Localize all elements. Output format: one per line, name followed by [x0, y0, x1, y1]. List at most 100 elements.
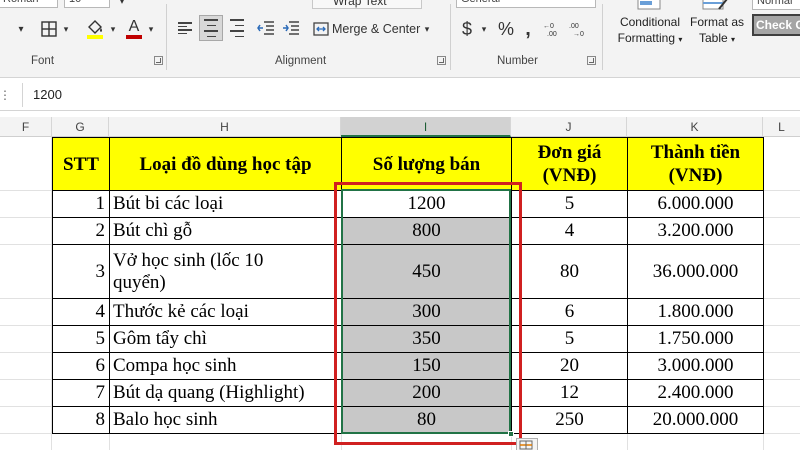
column-header-l[interactable]: L — [763, 117, 800, 137]
currency-icon[interactable]: $ — [458, 17, 476, 41]
header-total[interactable]: Thành tiền (VNĐ) — [627, 137, 764, 191]
cell-total[interactable]: 36.000.000 — [627, 244, 764, 299]
header-unit-price-line1: Đơn giá — [537, 142, 602, 163]
align-center-icon[interactable] — [199, 15, 223, 41]
cell-price[interactable]: 5 — [511, 190, 628, 218]
wrap-text-button[interactable]: Wrap Text — [312, 0, 422, 9]
increase-indent-icon[interactable] — [280, 15, 302, 41]
cell-stt[interactable]: 6 — [52, 352, 110, 380]
font-color-dropdown-icon-2[interactable]: ▾ — [145, 20, 157, 38]
format-as-table-button[interactable]: Format as Table ▾ — [686, 14, 748, 48]
conditional-formatting-label-1: Conditional — [619, 15, 681, 29]
column-header-g[interactable]: G — [52, 117, 109, 137]
number-dialog-launcher-icon[interactable] — [587, 56, 596, 65]
cell-item[interactable]: Bút bi các loại — [109, 190, 342, 218]
more-icon[interactable]: ⋮ — [0, 85, 11, 105]
align-right-icon[interactable] — [226, 15, 248, 41]
cell-total[interactable]: 3.000.000 — [627, 352, 764, 380]
format-as-table-icon — [700, 0, 730, 12]
column-header-j[interactable]: J — [511, 117, 627, 137]
worksheet-grid: STT Loại đồ dùng học tập Số lượng bán Đơ… — [0, 137, 800, 450]
fill-color-dropdown-icon[interactable]: ▾ — [107, 20, 119, 38]
cell-total[interactable]: 1.750.000 — [627, 325, 764, 353]
cell-stt[interactable]: 7 — [52, 379, 110, 407]
header-stt[interactable]: STT — [52, 137, 110, 191]
svg-text:.00: .00 — [547, 31, 557, 37]
svg-text:←0: ←0 — [543, 23, 554, 30]
number-format-box[interactable]: General — [456, 0, 596, 8]
comma-style-icon[interactable]: , — [521, 17, 535, 41]
font-name-box[interactable]: Roman — [0, 0, 58, 8]
svg-text:.00: .00 — [569, 23, 579, 30]
fill-color-icon[interactable] — [84, 16, 106, 40]
currency-dropdown-icon[interactable]: ▾ — [478, 20, 490, 38]
format-as-table-dropdown-icon: ▾ — [731, 35, 736, 44]
alignment-dialog-launcher-icon[interactable] — [437, 56, 446, 65]
cell-item[interactable]: Bút chì gỗ — [109, 217, 342, 245]
header-total-line1: Thành tiền — [650, 142, 741, 163]
cell-stt[interactable]: 1 — [52, 190, 110, 218]
conditional-formatting-dropdown-icon: ▾ — [678, 35, 683, 44]
font-color-icon[interactable]: A — [124, 15, 144, 41]
merge-center-button[interactable]: Merge & Center — [332, 20, 420, 38]
column-header-i[interactable]: I — [341, 117, 511, 137]
cell-price[interactable]: 4 — [511, 217, 628, 245]
column-header-h[interactable]: H — [109, 117, 341, 137]
font-size-box[interactable]: 10 — [64, 0, 110, 8]
cell-item[interactable]: Compa học sinh — [109, 352, 342, 380]
cell-style-normal[interactable]: Normal — [752, 0, 800, 10]
cell-price[interactable]: 250 — [511, 406, 628, 434]
formula-bar: ⋮ 1200 — [0, 79, 800, 111]
cell-price[interactable]: 5 — [511, 325, 628, 353]
ribbon: Roman 10 ▾ ▾ ▾ ▾ A ▾ Font Wrap Text Merg… — [0, 0, 800, 78]
header-total-line2: (VNĐ) — [668, 165, 723, 186]
increase-decimal-icon[interactable]: ←0.00 — [542, 18, 564, 40]
column-header-k[interactable]: K — [627, 117, 763, 137]
highlight-annotation-box — [334, 182, 522, 445]
conditional-formatting-label-2: Formatting — [617, 31, 675, 45]
cell-item[interactable]: Balo học sinh — [109, 406, 342, 434]
cell-stt[interactable]: 4 — [52, 298, 110, 326]
cell-price[interactable]: 80 — [511, 244, 628, 299]
cell-total[interactable]: 20.000.000 — [627, 406, 764, 434]
cell-item-line1: Vở học sinh (lốc 10 — [113, 249, 264, 271]
cell-stt[interactable]: 2 — [52, 217, 110, 245]
borders-icon[interactable] — [38, 19, 60, 39]
cell-style-check-cell[interactable]: Check C — [752, 14, 800, 36]
format-as-table-label-1: Format as — [689, 15, 744, 29]
formula-input[interactable]: 1200 — [22, 83, 800, 107]
alignment-group-label: Alignment — [275, 55, 327, 67]
cell-stt[interactable]: 8 — [52, 406, 110, 434]
cell-item[interactable]: Bút dạ quang (Highlight) — [109, 379, 342, 407]
column-headers: F G H I J K L — [0, 117, 800, 137]
header-unit-price[interactable]: Đơn giá (VNĐ) — [511, 137, 628, 191]
cell-stt[interactable]: 5 — [52, 325, 110, 353]
cell-item-line2: quyển) — [113, 271, 166, 293]
cell-item[interactable]: Vở học sinh (lốc 10 quyển) — [109, 244, 342, 299]
font-color-dropdown-icon[interactable]: ▾ — [12, 20, 30, 38]
cell-total[interactable]: 6.000.000 — [627, 190, 764, 218]
svg-text:→0: →0 — [573, 31, 584, 37]
borders-dropdown-icon[interactable]: ▾ — [60, 20, 72, 38]
merge-center-dropdown-icon[interactable]: ▾ — [421, 20, 433, 38]
header-item[interactable]: Loại đồ dùng học tập — [109, 137, 342, 191]
cell-price[interactable]: 12 — [511, 379, 628, 407]
cell-total[interactable]: 3.200.000 — [627, 217, 764, 245]
cell-item[interactable]: Gôm tẩy chì — [109, 325, 342, 353]
cell-total[interactable]: 1.800.000 — [627, 298, 764, 326]
cell-total[interactable]: 2.400.000 — [627, 379, 764, 407]
cell-price[interactable]: 6 — [511, 298, 628, 326]
align-left-icon[interactable] — [174, 15, 196, 41]
font-dialog-launcher-icon[interactable] — [154, 56, 163, 65]
cell-price[interactable]: 20 — [511, 352, 628, 380]
column-header-f[interactable]: F — [0, 117, 52, 137]
percent-icon[interactable]: % — [496, 17, 516, 41]
font-group-label: Font — [31, 55, 55, 67]
cell-item[interactable]: Thước kẻ các loại — [109, 298, 342, 326]
font-size-dropdown-icon[interactable]: ▾ — [115, 0, 129, 8]
conditional-formatting-button[interactable]: Conditional Formatting ▾ — [612, 14, 688, 48]
decrease-decimal-icon[interactable]: .00 →0 — [568, 18, 590, 40]
quick-analysis-icon[interactable] — [516, 438, 538, 450]
decrease-indent-icon[interactable] — [255, 15, 277, 41]
cell-stt[interactable]: 3 — [52, 244, 110, 299]
